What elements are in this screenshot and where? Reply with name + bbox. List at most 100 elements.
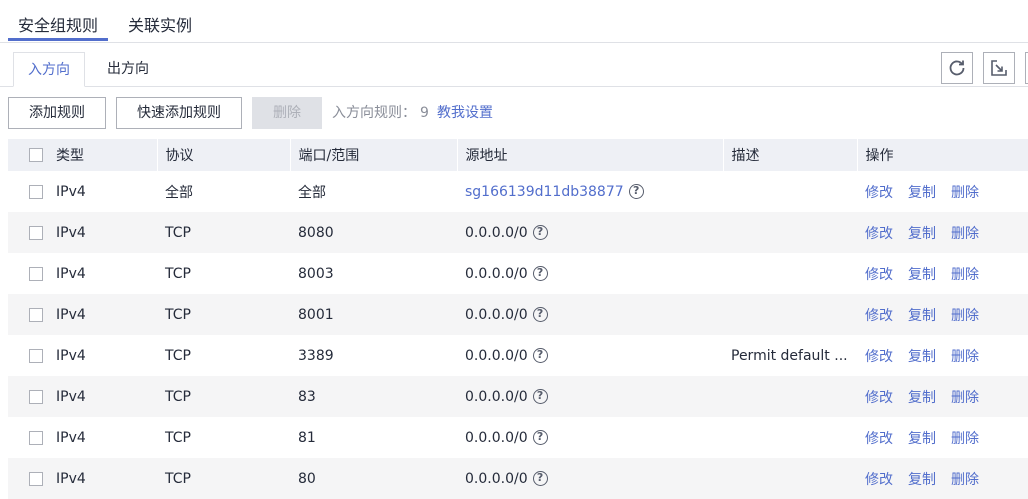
edit-link[interactable]: 修改 — [857, 267, 893, 283]
help-question-icon[interactable]: ? — [628, 184, 644, 199]
copy-link[interactable]: 复制 — [908, 226, 936, 242]
cell-protocol: TCP — [165, 429, 191, 446]
cell-source: 0.0.0.0/0 — [465, 306, 528, 323]
delete-link[interactable]: 删除 — [951, 472, 979, 488]
cell-source: 0.0.0.0/0 — [465, 224, 528, 241]
row-checkbox[interactable] — [29, 184, 43, 199]
tab-security-group-rules[interactable]: 安全组规则 — [18, 12, 98, 36]
header-protocol: 协议 — [165, 148, 194, 164]
refresh-button[interactable] — [941, 52, 973, 84]
header-port: 端口/范围 — [298, 148, 360, 164]
cell-port: 3389 — [298, 347, 334, 364]
cell-type: IPv4 — [56, 417, 157, 458]
delete-link[interactable]: 删除 — [951, 185, 979, 201]
table-row: IPv4 全部 全部 sg166139d11db38877? 修改 复制 删除 — [8, 171, 1028, 212]
row-checkbox[interactable] — [29, 389, 43, 404]
cell-protocol: TCP — [165, 347, 191, 364]
cell-protocol: TCP — [165, 265, 191, 282]
select-all-checkbox[interactable] — [29, 148, 43, 162]
cell-description — [723, 184, 731, 200]
copy-link[interactable]: 复制 — [908, 390, 936, 406]
cell-description: Permit default ... — [731, 347, 848, 364]
cell-description — [723, 307, 731, 323]
edit-link[interactable]: 修改 — [857, 390, 893, 406]
rule-count-value: 9 — [420, 105, 429, 121]
table-row: IPv4 TCP 8003 0.0.0.0/0? 修改 复制 删除 — [8, 253, 1028, 294]
cell-type: IPv4 — [56, 294, 157, 335]
cell-port: 8003 — [298, 265, 334, 282]
rule-count-label: 入方向规则： — [332, 105, 416, 121]
copy-link[interactable]: 复制 — [908, 349, 936, 365]
edit-link[interactable]: 修改 — [857, 185, 893, 201]
tab-associated-instances[interactable]: 关联实例 — [128, 12, 192, 36]
cell-description — [723, 266, 731, 282]
edit-link[interactable]: 修改 — [857, 431, 893, 447]
delete-link[interactable]: 删除 — [951, 349, 979, 365]
cell-type: IPv4 — [56, 212, 157, 253]
table-row: IPv4 TCP 8080 0.0.0.0/0? 修改 复制 删除 — [8, 212, 1028, 253]
rule-count: 入方向规则： 9 — [332, 97, 429, 129]
copy-link[interactable]: 复制 — [908, 308, 936, 324]
tab-outbound[interactable]: 出方向 — [98, 52, 158, 86]
cell-port: 81 — [298, 429, 316, 446]
delete-link[interactable]: 删除 — [951, 308, 979, 324]
cell-source: 0.0.0.0/0 — [465, 470, 528, 487]
cell-port: 8080 — [298, 224, 334, 241]
help-link[interactable]: 教我设置 — [437, 97, 493, 129]
copy-link[interactable]: 复制 — [908, 472, 936, 488]
row-checkbox[interactable] — [29, 307, 43, 322]
add-rule-button[interactable]: 添加规则 — [8, 97, 106, 129]
quick-add-rule-button[interactable]: 快速添加规则 — [116, 97, 242, 129]
direction-tabs: 入方向 出方向 — [0, 52, 1028, 87]
tab-inbound[interactable]: 入方向 — [13, 52, 85, 87]
rules-table: 类型 协议 端口/范围 源地址 描述 操作 IPv4 全部 全部 sg166139d1… — [8, 139, 1028, 499]
delete-link[interactable]: 删除 — [951, 267, 979, 283]
cell-description — [723, 471, 731, 487]
header-source: 源地址 — [465, 148, 508, 164]
delete-link[interactable]: 删除 — [951, 226, 979, 242]
delete-button[interactable]: 删除 — [252, 97, 322, 129]
cell-source: 0.0.0.0/0 — [465, 429, 528, 446]
row-checkbox[interactable] — [29, 348, 43, 363]
row-checkbox[interactable] — [29, 471, 43, 486]
delete-link[interactable]: 删除 — [951, 390, 979, 406]
header-type: 类型 — [56, 139, 157, 171]
delete-link[interactable]: 删除 — [951, 431, 979, 447]
cell-port: 83 — [298, 388, 316, 405]
copy-link[interactable]: 复制 — [908, 267, 936, 283]
row-checkbox[interactable] — [29, 266, 43, 281]
refresh-icon — [949, 60, 965, 76]
help-question-icon[interactable]: ? — [532, 471, 548, 486]
edit-link[interactable]: 修改 — [857, 226, 893, 242]
help-question-icon[interactable]: ? — [532, 225, 548, 240]
help-question-icon[interactable]: ? — [532, 266, 548, 281]
export-button[interactable] — [983, 52, 1015, 84]
edit-link[interactable]: 修改 — [857, 308, 893, 324]
edit-link[interactable]: 修改 — [857, 349, 893, 365]
table-header: 类型 协议 端口/范围 源地址 描述 操作 — [8, 139, 1028, 171]
cell-description — [723, 225, 731, 241]
cell-protocol: TCP — [165, 224, 191, 241]
help-question-icon[interactable]: ? — [532, 389, 548, 404]
cell-type: IPv4 — [56, 376, 157, 417]
cell-source[interactable]: sg166139d11db38877 — [457, 184, 624, 200]
table-row: IPv4 TCP 81 0.0.0.0/0? 修改 复制 删除 — [8, 417, 1028, 458]
row-checkbox[interactable] — [29, 430, 43, 445]
cell-description — [723, 389, 731, 405]
help-question-icon[interactable]: ? — [532, 430, 548, 445]
header-actions: 操作 — [865, 148, 894, 164]
copy-link[interactable]: 复制 — [908, 185, 936, 201]
header-description: 描述 — [731, 148, 760, 164]
help-question-icon[interactable]: ? — [532, 307, 548, 322]
cell-protocol: TCP — [165, 388, 191, 405]
cell-type: IPv4 — [56, 171, 157, 212]
copy-link[interactable]: 复制 — [908, 431, 936, 447]
cell-port: 80 — [298, 470, 316, 487]
table-row: IPv4 TCP 3389 0.0.0.0/0? Permit default ... 修… — [8, 335, 1028, 376]
cell-protocol: 全部 — [165, 184, 193, 201]
help-question-icon[interactable]: ? — [532, 348, 548, 363]
edit-link[interactable]: 修改 — [857, 472, 893, 488]
active-tab-indicator — [8, 38, 108, 41]
top-tabs: 安全组规则 关联实例 — [0, 0, 1028, 43]
row-checkbox[interactable] — [29, 225, 43, 240]
